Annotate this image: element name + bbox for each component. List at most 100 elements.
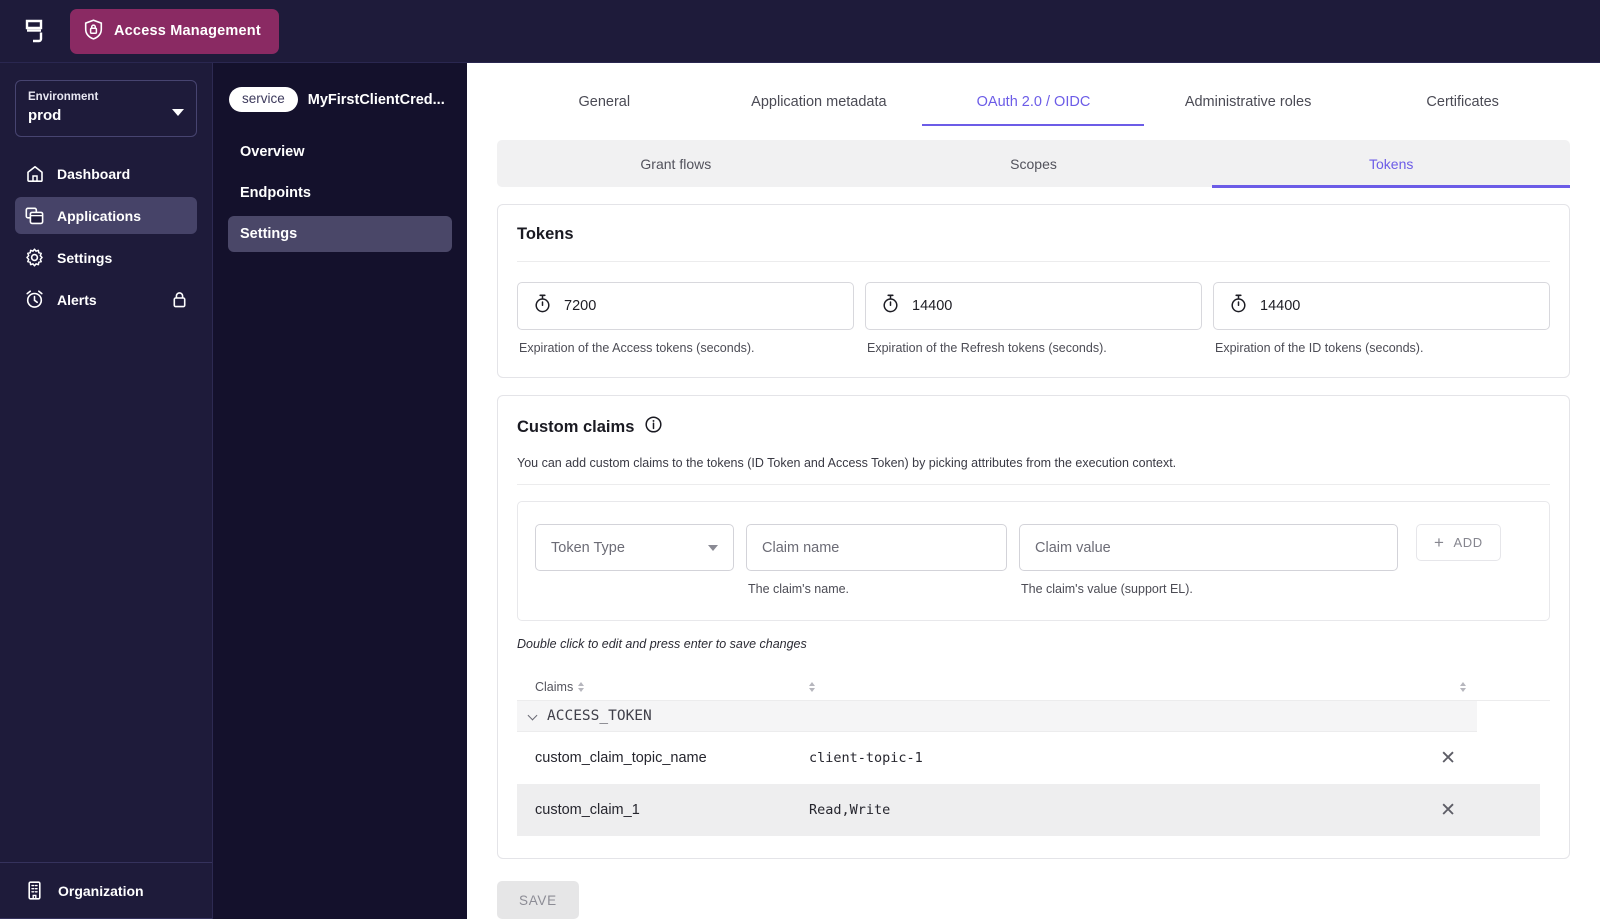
stopwatch-icon [534, 294, 551, 318]
primary-sidebar: Environment prod Dashboard Applications … [0, 63, 213, 919]
access-token-expiration-input[interactable]: 7200 [517, 282, 854, 330]
claim-value-hint: The claim's value (support EL). [1021, 582, 1193, 596]
table-row[interactable]: custom_claim_topic_name client-topic-1 ✕ [517, 732, 1540, 784]
tab-certificates[interactable]: Certificates [1355, 63, 1570, 126]
refresh-token-expiration-input[interactable]: 14400 [865, 282, 1202, 330]
sidebar-item-label: Dashboard [57, 165, 131, 182]
sort-icon [578, 681, 585, 692]
secondary-sidebar: service MyFirstClientCred... Overview En… [213, 63, 467, 919]
subnav-item-settings[interactable]: Settings [228, 216, 452, 252]
custom-claims-header: Custom claims [517, 416, 1550, 438]
sort-icon [809, 681, 815, 692]
add-claim-form: Token Type Claim name The claim's name. [517, 501, 1550, 621]
app-root: Access Management Environment prod Dashb… [0, 0, 1600, 919]
top-bar: Access Management [0, 0, 1600, 63]
refresh-token-expiration-group: 14400 Expiration of the Refresh tokens (… [865, 282, 1202, 355]
add-claim-label: ADD [1453, 535, 1483, 550]
custom-claims-title: Custom claims [517, 417, 635, 436]
refresh-token-expiration-value: 14400 [912, 298, 953, 314]
divider [517, 261, 1550, 262]
custom-claims-card: Custom claims You can add custom claims … [497, 395, 1570, 859]
tokens-card-title: Tokens [517, 225, 574, 243]
tab-general[interactable]: General [497, 63, 712, 126]
tokens-card: Tokens 7200 Expiration of the Access tok… [497, 204, 1570, 378]
delete-claim-button[interactable]: ✕ [1399, 801, 1540, 820]
claim-value-placeholder: Claim value [1035, 539, 1111, 556]
application-name: MyFirstClientCred... [307, 91, 445, 108]
lock-icon [172, 291, 187, 308]
custom-claims-description: You can add custom claims to the tokens … [517, 456, 1177, 470]
tab-oauth-oidc[interactable]: OAuth 2.0 / OIDC [926, 63, 1141, 126]
subtab-tokens[interactable]: Tokens [1212, 140, 1570, 188]
access-management-label: Access Management [114, 23, 261, 39]
delete-claim-button[interactable]: ✕ [1399, 749, 1540, 768]
table-row[interactable]: custom_claim_1 Read,Write ✕ [517, 784, 1540, 836]
subnav-item-endpoints[interactable]: Endpoints [228, 175, 452, 211]
close-icon: ✕ [1440, 747, 1456, 769]
sidebar-item-applications[interactable]: Applications [15, 197, 197, 234]
column-header-value[interactable] [809, 681, 1399, 692]
environment-selector[interactable]: Environment prod [15, 80, 197, 137]
stopwatch-icon [1230, 294, 1247, 318]
sidebar-item-alerts[interactable]: Alerts [15, 281, 197, 318]
sidebar-item-dashboard[interactable]: Dashboard [15, 155, 197, 192]
add-claim-button[interactable]: + ADD [1416, 524, 1501, 561]
claims-table: Claims ACCESS_TOKEN custom_claim_topic_n… [517, 673, 1550, 836]
column-header-claims-label: Claims [535, 679, 574, 694]
body-row: Environment prod Dashboard Applications … [0, 63, 1600, 919]
save-button[interactable]: SAVE [497, 881, 579, 919]
claim-name-placeholder: Claim name [762, 539, 840, 556]
claim-name-group: Claim name The claim's name. [746, 524, 1007, 596]
subnav-item-overview[interactable]: Overview [228, 134, 452, 170]
gear-icon [25, 248, 44, 267]
divider [517, 484, 1550, 485]
gravitee-logo[interactable] [20, 16, 48, 46]
subtab-grant-flows[interactable]: Grant flows [497, 140, 855, 187]
claims-group-row-access-token[interactable]: ACCESS_TOKEN [517, 701, 1477, 732]
id-token-expiration-input[interactable]: 14400 [1213, 282, 1550, 330]
applications-icon [25, 206, 44, 225]
environment-value: prod [28, 107, 62, 124]
edit-instructions: Double click to edit and press enter to … [517, 637, 807, 651]
claim-value-cell: client-topic-1 [809, 750, 923, 766]
refresh-token-expiration-hint: Expiration of the Refresh tokens (second… [867, 341, 1107, 355]
sort-icon [1460, 681, 1466, 692]
sidebar-nav: Dashboard Applications Settings Alerts [0, 155, 212, 323]
plus-icon: + [1434, 533, 1445, 552]
access-token-expiration-group: 7200 Expiration of the Access tokens (se… [517, 282, 854, 355]
token-type-select[interactable]: Token Type [535, 524, 734, 571]
save-row: SAVE [497, 859, 1570, 919]
claims-table-header: Claims [517, 673, 1550, 701]
chevron-down-icon [172, 109, 184, 116]
column-header-actions[interactable] [1399, 681, 1550, 692]
chevron-down-icon [708, 544, 718, 551]
access-management-badge[interactable]: Access Management [70, 8, 279, 54]
sidebar-item-settings[interactable]: Settings [15, 239, 197, 276]
sub-tab-bar: Grant flows Scopes Tokens [497, 140, 1570, 188]
tab-application-metadata[interactable]: Application metadata [712, 63, 927, 126]
settings-scroll-area: Tokens 7200 Expiration of the Access tok… [467, 187, 1600, 919]
tab-administrative-roles[interactable]: Administrative roles [1141, 63, 1356, 126]
token-type-placeholder: Token Type [551, 539, 625, 556]
chevron-down-icon [529, 712, 538, 721]
access-token-expiration-hint: Expiration of the Access tokens (seconds… [519, 341, 755, 355]
subtab-scopes[interactable]: Scopes [855, 140, 1213, 187]
claim-name-hint: The claim's name. [748, 582, 850, 596]
home-icon [25, 164, 44, 183]
organization-section[interactable]: Organization [0, 862, 212, 918]
claim-value-group: Claim value The claim's value (support E… [1019, 524, 1398, 596]
sidebar-item-label: Applications [57, 207, 142, 224]
claim-value-cell: Read,Write [809, 802, 891, 818]
claim-value-input[interactable]: Claim value [1019, 524, 1398, 571]
claim-name-cell: custom_claim_1 [535, 802, 640, 818]
tab-bar: General Application metadata OAuth 2.0 /… [467, 63, 1600, 126]
claims-group-label: ACCESS_TOKEN [547, 708, 652, 724]
organization-label: Organization [58, 882, 144, 899]
main-content: General Application metadata OAuth 2.0 /… [467, 63, 1600, 919]
column-header-claims[interactable]: Claims [517, 680, 809, 694]
claim-name-input[interactable]: Claim name [746, 524, 1007, 571]
shield-lock-icon [84, 18, 103, 44]
info-icon[interactable] [645, 416, 662, 438]
token-type-group: Token Type [535, 524, 734, 571]
token-expiration-grid: 7200 Expiration of the Access tokens (se… [517, 282, 1550, 355]
